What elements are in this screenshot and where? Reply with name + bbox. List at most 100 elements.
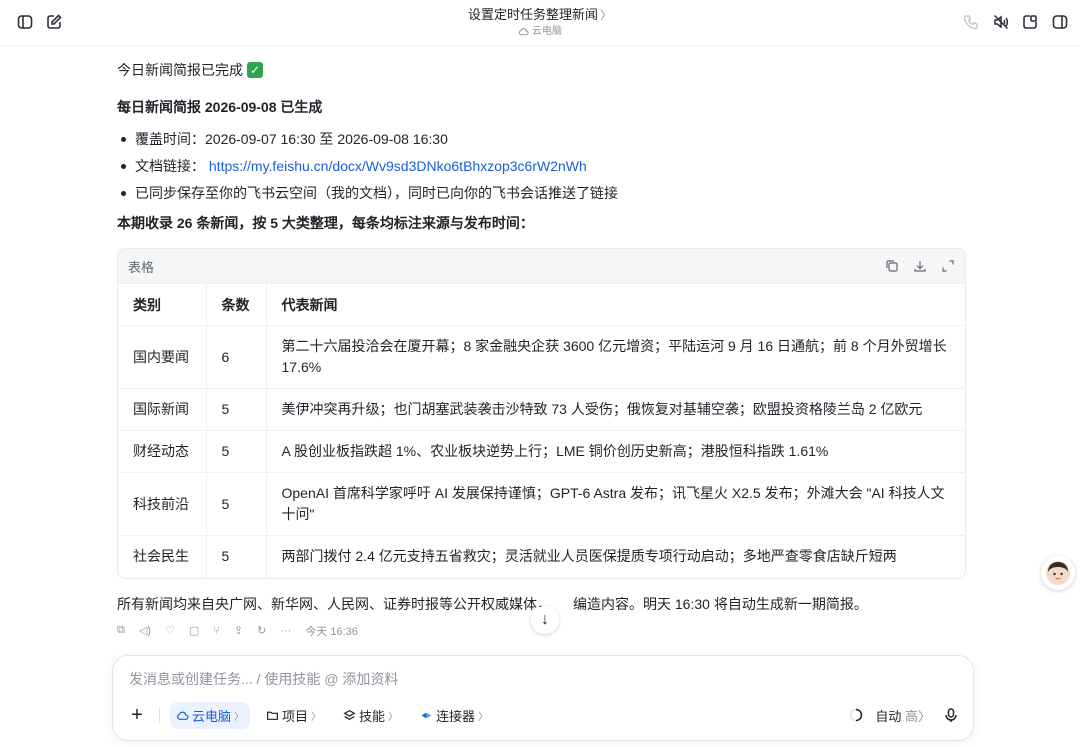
more-icon[interactable]: ··· bbox=[280, 625, 291, 637]
chip-label: 项目 bbox=[282, 708, 309, 724]
chevron-icon: 〉 bbox=[388, 711, 399, 723]
cloud-icon bbox=[177, 711, 189, 720]
chevron-icon: 〉 bbox=[917, 708, 931, 724]
list-item: 文档链接： https://my.feishu.cn/docx/Wv9sd3DN… bbox=[117, 155, 967, 177]
chip-skills[interactable]: 技能〉 bbox=[337, 702, 404, 729]
message-input[interactable]: 发消息或创建任务... / 使用技能 @ 添加资料 bbox=[129, 669, 398, 689]
copy-icon[interactable] bbox=[885, 259, 899, 273]
chat-title[interactable]: 设置定时任务整理新闻 bbox=[468, 7, 598, 22]
message-composer: 发消息或创建任务... / 使用技能 @ 添加资料 + 云电脑〉 项目〉 技能〉… bbox=[112, 655, 974, 741]
copy-message-icon[interactable]: ⧉ bbox=[117, 624, 125, 637]
category-cell: 财经动态 bbox=[118, 430, 207, 473]
speak-icon[interactable]: ◁) bbox=[139, 624, 151, 637]
top-bar: 设置定时任务整理新闻〉 云电脑 bbox=[0, 0, 1080, 46]
microphone-icon[interactable] bbox=[943, 707, 959, 723]
news-cell: OpenAI 首席科学家呼吁 AI 发展保持谨慎；GPT-6 Astra 发布；… bbox=[266, 472, 965, 536]
footer-text-end: 编造内容。明天 16:30 将自动生成新一期简报。 bbox=[573, 595, 868, 612]
scroll-down-arrow-icon[interactable]: ↓ bbox=[531, 606, 559, 634]
mode-label: 自动 bbox=[875, 708, 902, 724]
bullet-value: 2026-09-07 16:30 至 2026-09-08 16:30 bbox=[205, 131, 448, 147]
bullet-value: 已同步保存至你的飞书云空间（我的文档），同时已向你的飞书会话推送了链接 bbox=[135, 185, 618, 201]
mode-controls: 自动 高〉 bbox=[849, 706, 959, 725]
column-header: 类别 bbox=[118, 283, 207, 326]
share-window-icon[interactable] bbox=[1019, 11, 1041, 33]
done-line: 今日新闻简报已完成 ✓ bbox=[117, 58, 967, 82]
category-cell: 国内要闻 bbox=[118, 325, 207, 389]
layers-icon bbox=[343, 709, 356, 720]
divider bbox=[159, 707, 160, 723]
table-header-row: 类别 条数 代表新闻 bbox=[118, 283, 965, 326]
table-row: 社会民生 5 两部门拨付 2.4 亿元支持五省救灾；灵活就业人员医保提质专项行动… bbox=[118, 535, 965, 578]
connector-icon bbox=[421, 712, 432, 718]
check-mark-icon: ✓ bbox=[247, 62, 263, 78]
add-icon[interactable]: + bbox=[127, 705, 147, 725]
loading-icon bbox=[850, 708, 863, 722]
count-cell: 5 bbox=[206, 430, 267, 473]
assistant-avatar[interactable] bbox=[1041, 556, 1075, 590]
table-tools bbox=[885, 259, 955, 273]
folder-icon bbox=[267, 711, 278, 720]
info-list: 覆盖时间：2026-09-07 16:30 至 2026-09-08 16:30… bbox=[117, 128, 967, 204]
message-time: 今天 16:36 bbox=[305, 625, 358, 638]
column-header: 条数 bbox=[206, 283, 267, 326]
message-content: 今日新闻简报已完成 ✓ 每日新闻简报 2026-09-08 已生成 覆盖时间：2… bbox=[117, 58, 967, 639]
table-row: 财经动态 5 A 股创业板指跌超 1%、农业板块逆势上行；LME 铜价创历史新高… bbox=[118, 430, 965, 473]
list-item: 覆盖时间：2026-09-07 16:30 至 2026-09-08 16:30 bbox=[117, 128, 967, 150]
count-cell: 5 bbox=[206, 535, 267, 578]
mute-icon[interactable] bbox=[990, 11, 1012, 33]
chevron-icon: 〉 bbox=[311, 711, 322, 723]
news-cell: 第二十六届投洽会在厦开幕；8 家金融央企获 3600 亿元增资；平陆运河 9 月… bbox=[266, 325, 965, 389]
subtitle: 云电脑 bbox=[518, 25, 562, 39]
news-table: 类别 条数 代表新闻 国内要闻 6 第二十六届投洽会在厦开幕；8 家金融央企获 … bbox=[118, 283, 965, 578]
chip-connector[interactable]: 连接器〉 bbox=[414, 702, 494, 729]
chip-cloud-pc[interactable]: 云电脑〉 bbox=[170, 701, 251, 729]
news-cell: 美伊冲突再升级；也门胡塞武装袭击沙特致 73 人受伤；俄恢复对基辅空袭；欧盟投资… bbox=[266, 388, 965, 431]
report-heading: 每日新闻简报 2026-09-08 已生成 bbox=[117, 99, 323, 115]
expand-icon[interactable] bbox=[941, 259, 955, 273]
table-toolbar: 表格 bbox=[118, 249, 965, 283]
bullet-label: 覆盖时间： bbox=[135, 131, 205, 147]
table-row: 科技前沿 5 OpenAI 首席科学家呼吁 AI 发展保持谨慎；GPT-6 As… bbox=[118, 472, 965, 536]
category-cell: 科技前沿 bbox=[118, 472, 207, 536]
category-cell: 国际新闻 bbox=[118, 388, 207, 431]
avatar-face-icon bbox=[1046, 561, 1070, 585]
chevron-icon: 〉 bbox=[478, 711, 489, 723]
composer-toolbar: + 云电脑〉 项目〉 技能〉 连接器〉 自动 高〉 bbox=[127, 701, 959, 729]
count-cell: 5 bbox=[206, 472, 267, 536]
table-row: 国内要闻 6 第二十六届投洽会在厦开幕；8 家金融央企获 3600 亿元增资；平… bbox=[118, 325, 965, 389]
download-icon[interactable] bbox=[913, 259, 927, 273]
summary-heading: 本期收录 26 条新闻，按 5 大类整理，每条均标注来源与发布时间： bbox=[117, 215, 534, 231]
title-area[interactable]: 设置定时任务整理新闻〉 云电脑 bbox=[0, 6, 1080, 40]
regenerate-icon[interactable]: ↻ bbox=[257, 624, 266, 637]
chip-label: 连接器 bbox=[436, 708, 476, 724]
bullet-label: 文档链接： bbox=[135, 158, 205, 174]
phone-icon[interactable] bbox=[960, 11, 982, 33]
subtitle-label: 云电脑 bbox=[532, 25, 562, 37]
news-cell: A 股创业板指跌超 1%、农业板块逆势上行；LME 铜价创历史新高；港股恒科指跌… bbox=[266, 430, 965, 473]
share-icon[interactable]: ⇪ bbox=[234, 624, 243, 637]
right-panel-icon[interactable] bbox=[1049, 11, 1071, 33]
mode-level: 高 bbox=[904, 708, 918, 724]
cloud-icon bbox=[518, 28, 529, 36]
done-text: 今日新闻简报已完成 bbox=[117, 62, 243, 78]
list-item: 已同步保存至你的飞书云空间（我的文档），同时已向你的飞书会话推送了链接 bbox=[117, 182, 967, 204]
table-label: 表格 bbox=[128, 259, 155, 275]
chip-project[interactable]: 项目〉 bbox=[260, 702, 327, 729]
news-cell: 两部门拨付 2.4 亿元支持五省救灾；灵活就业人员医保提质专项行动启动；多地严查… bbox=[266, 535, 965, 578]
count-cell: 5 bbox=[206, 388, 267, 431]
chevron-icon: 〉 bbox=[234, 711, 245, 723]
table-row: 国际新闻 5 美伊冲突再升级；也门胡塞武装袭击沙特致 73 人受伤；俄恢复对基辅… bbox=[118, 388, 965, 431]
like-icon[interactable]: ♡ bbox=[165, 624, 175, 637]
news-table-card: 表格 类别 条数 代表新闻 国内要闻 6 第二十六届投洽会在厦开幕；8 家金融央… bbox=[117, 248, 966, 579]
footer-text-start: 所有新闻均来自央广网、新华网、人民网、证券时报等公开权威媒体， bbox=[117, 595, 551, 612]
chip-label: 云电脑 bbox=[192, 708, 232, 724]
mode-selector[interactable]: 自动 高〉 bbox=[875, 706, 931, 725]
doc-link[interactable]: https://my.feishu.cn/docx/Wv9sd3DNko6tBh… bbox=[209, 158, 587, 174]
count-cell: 6 bbox=[206, 325, 267, 389]
branch-icon[interactable]: ⑂ bbox=[213, 625, 220, 637]
column-header: 代表新闻 bbox=[266, 283, 965, 326]
bookmark-icon[interactable]: ▢ bbox=[189, 624, 199, 637]
chip-label: 技能 bbox=[359, 708, 386, 724]
category-cell: 社会民生 bbox=[118, 535, 207, 578]
title-chevron-icon: 〉 bbox=[600, 8, 613, 22]
